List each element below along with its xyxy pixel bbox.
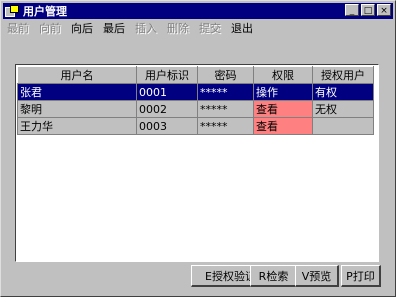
table-row[interactable]: 王力华 0003 ***** 查看	[17, 117, 374, 135]
cell-permission[interactable]: 操作	[253, 83, 313, 101]
menu-insert: 插入	[135, 22, 157, 35]
app-icon	[5, 5, 19, 17]
menu-first: 最前	[7, 22, 29, 35]
table-row[interactable]: 张君 0001 ***** 操作 有权	[17, 83, 374, 101]
col-header-authorized[interactable]: 授权用户	[312, 66, 374, 84]
cell-password[interactable]: *****	[197, 83, 254, 101]
cell-userid[interactable]: 0002	[136, 100, 198, 118]
minimize-button[interactable]: _	[345, 4, 359, 16]
table-header-row: 用户名 用户标识 密码 权限 授权用户	[17, 66, 374, 84]
user-management-window: 用户管理 _ □ × 最前 向前 向后 最后 插入 删除 提交 退出 用户名 用…	[0, 0, 396, 297]
menu-submit: 提交	[199, 22, 221, 35]
search-button[interactable]: R检索	[250, 265, 298, 287]
close-button[interactable]: ×	[377, 4, 391, 16]
cell-username[interactable]: 张君	[17, 83, 137, 101]
menu-bar: 最前 向前 向后 最后 插入 删除 提交 退出	[3, 20, 253, 36]
user-grid[interactable]: 用户名 用户标识 密码 权限 授权用户 张君 0001 ***** 操作 有权 …	[15, 64, 379, 262]
cell-userid[interactable]: 0003	[136, 117, 198, 135]
cell-authorized[interactable]: 无权	[312, 100, 374, 118]
cell-password[interactable]: *****	[197, 117, 254, 135]
maximize-button[interactable]: □	[361, 4, 375, 16]
col-header-username[interactable]: 用户名	[17, 66, 137, 84]
menu-last[interactable]: 最后	[103, 20, 125, 36]
menu-prev: 向前	[39, 22, 61, 35]
user-table: 用户名 用户标识 密码 权限 授权用户 张君 0001 ***** 操作 有权 …	[17, 66, 374, 135]
title-bar[interactable]: 用户管理 _ □ ×	[3, 3, 393, 19]
cell-authorized[interactable]	[312, 117, 374, 135]
menu-delete: 删除	[167, 22, 189, 35]
cell-permission[interactable]: 查看	[253, 100, 313, 118]
cell-password[interactable]: *****	[197, 100, 254, 118]
table-row[interactable]: 黎明 0002 ***** 查看 无权	[17, 100, 374, 118]
cell-permission[interactable]: 查看	[253, 117, 313, 135]
print-button[interactable]: P打印	[341, 265, 381, 287]
window-title: 用户管理	[23, 5, 67, 18]
col-header-userid[interactable]: 用户标识	[136, 66, 198, 84]
col-header-password[interactable]: 密码	[197, 66, 254, 84]
menu-exit[interactable]: 退出	[231, 20, 253, 36]
cell-userid[interactable]: 0001	[136, 83, 198, 101]
menu-next[interactable]: 向后	[71, 20, 93, 36]
preview-button[interactable]: V预览	[295, 265, 339, 287]
col-header-permission[interactable]: 权限	[253, 66, 313, 84]
cell-authorized[interactable]: 有权	[312, 83, 374, 101]
cell-username[interactable]: 王力华	[17, 117, 137, 135]
cell-username[interactable]: 黎明	[17, 100, 137, 118]
